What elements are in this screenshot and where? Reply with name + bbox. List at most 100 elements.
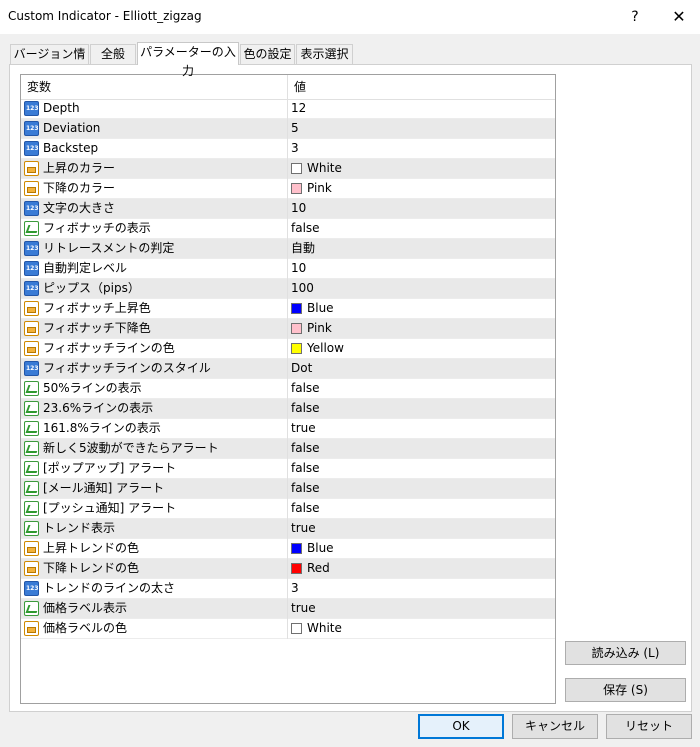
parameter-value[interactable]: true <box>291 419 316 438</box>
parameter-value[interactable]: Red <box>291 559 330 578</box>
parameter-value-text: White <box>307 161 342 175</box>
number-param-icon <box>24 281 39 296</box>
parameter-value[interactable]: 5 <box>291 119 299 138</box>
cell-divider <box>287 319 288 339</box>
parameter-value[interactable]: Yellow <box>291 339 344 358</box>
parameter-value[interactable]: 12 <box>291 99 306 118</box>
parameter-name: フィボナッチ上昇色 <box>43 301 151 315</box>
parameter-value[interactable]: 100 <box>291 279 314 298</box>
table-row[interactable]: 価格ラベル表示 true <box>21 599 555 619</box>
tab-version-info[interactable]: バージョン情報 <box>10 44 89 80</box>
table-row[interactable]: フィボナッチラインの色 Yellow <box>21 339 555 359</box>
table-row[interactable]: フィボナッチの表示 false <box>21 219 555 239</box>
parameter-value[interactable]: Pink <box>291 179 332 198</box>
table-row[interactable]: 23.6%ラインの表示 false <box>21 399 555 419</box>
table-row[interactable]: [ポップアップ] アラート false <box>21 459 555 479</box>
cell-divider <box>287 339 288 359</box>
boolean-param-icon <box>24 441 39 456</box>
table-row[interactable]: 文字の大きさ 10 <box>21 199 555 219</box>
table-row[interactable]: Backstep 3 <box>21 139 555 159</box>
table-row[interactable]: ピップス（pips） 100 <box>21 279 555 299</box>
reset-button[interactable]: リセット <box>606 714 692 739</box>
parameter-value[interactable]: Blue <box>291 539 334 558</box>
table-row[interactable]: リトレースメントの判定 自動 <box>21 239 555 259</box>
tab-general[interactable]: 全般 <box>90 44 136 64</box>
table-row[interactable]: 上昇トレンドの色 Blue <box>21 539 555 559</box>
cell-divider <box>287 179 288 199</box>
parameter-value[interactable]: 10 <box>291 199 306 218</box>
table-row[interactable]: [プッシュ通知] アラート false <box>21 499 555 519</box>
table-row[interactable]: フィボナッチラインのスタイル Dot <box>21 359 555 379</box>
parameter-value[interactable]: false <box>291 399 320 418</box>
column-header-variable[interactable]: 変数 <box>21 75 51 99</box>
parameter-value-text: 100 <box>291 281 314 295</box>
load-button[interactable]: 読み込み (L) <box>565 641 686 665</box>
parameter-name: Depth <box>43 101 80 115</box>
parameter-value-text: true <box>291 421 316 435</box>
parameter-value[interactable]: 自動 <box>291 239 315 258</box>
close-button[interactable]: ✕ <box>662 4 696 30</box>
table-row[interactable]: トレンドのラインの太さ 3 <box>21 579 555 599</box>
parameter-value-text: 自動 <box>291 241 316 255</box>
column-header-value[interactable]: 値 <box>288 75 306 99</box>
cell-divider <box>287 479 288 499</box>
parameter-name: トレンドのラインの太さ <box>43 581 176 595</box>
boolean-param-icon <box>24 381 39 396</box>
table-row[interactable]: 下降トレンドの色 Red <box>21 559 555 579</box>
table-header: 変数 値 <box>21 75 555 100</box>
parameter-value[interactable]: false <box>291 459 320 478</box>
parameter-value[interactable]: White <box>291 159 342 178</box>
help-button[interactable]: ? <box>620 4 650 30</box>
parameter-value[interactable]: false <box>291 219 320 238</box>
parameter-value[interactable]: false <box>291 499 320 518</box>
parameter-value[interactable]: 3 <box>291 139 299 158</box>
table-row[interactable]: 価格ラベルの色 White <box>21 619 555 639</box>
tab-colors[interactable]: 色の設定 <box>240 44 295 64</box>
parameter-value[interactable]: 10 <box>291 259 306 278</box>
color-param-icon <box>24 301 39 316</box>
cell-divider <box>287 259 288 279</box>
color-param-icon <box>24 161 39 176</box>
parameter-value[interactable]: Dot <box>291 359 312 378</box>
parameter-value-text: Dot <box>291 361 313 375</box>
parameter-value[interactable]: Blue <box>291 299 334 318</box>
parameter-value[interactable]: White <box>291 619 342 638</box>
ok-button[interactable]: OK <box>418 714 504 739</box>
tab-display[interactable]: 表示選択 <box>296 44 353 64</box>
table-row[interactable]: 下降のカラー Pink <box>21 179 555 199</box>
table-row[interactable]: Depth 12 <box>21 99 555 119</box>
table-row[interactable]: トレンド表示 true <box>21 519 555 539</box>
table-row[interactable]: フィボナッチ上昇色 Blue <box>21 299 555 319</box>
table-row[interactable]: 161.8%ラインの表示 true <box>21 419 555 439</box>
table-row[interactable]: Deviation 5 <box>21 119 555 139</box>
parameter-value[interactable]: true <box>291 519 316 538</box>
parameter-value-text: 10 <box>291 261 307 275</box>
cancel-button[interactable]: キャンセル <box>512 714 598 739</box>
parameter-value[interactable]: false <box>291 479 320 498</box>
table-row[interactable]: 50%ラインの表示 false <box>21 379 555 399</box>
table-row[interactable]: 自動判定レベル 10 <box>21 259 555 279</box>
cell-divider <box>287 299 288 319</box>
save-button[interactable]: 保存 (S) <box>565 678 686 702</box>
table-row[interactable]: 新しく5波動ができたらアラート false <box>21 439 555 459</box>
cell-divider <box>287 439 288 459</box>
color-swatch <box>291 563 302 574</box>
parameter-value[interactable]: false <box>291 439 320 458</box>
parameter-value[interactable]: true <box>291 599 316 618</box>
cell-divider <box>287 199 288 219</box>
cell-divider <box>287 599 288 619</box>
parameter-value-text: 3 <box>291 141 299 155</box>
tab-parameters[interactable]: パラメーターの入力 <box>137 42 239 78</box>
parameter-value-text: 12 <box>291 101 307 115</box>
boolean-param-icon <box>24 461 39 476</box>
table-row[interactable]: [メール通知] アラート false <box>21 479 555 499</box>
parameter-value-text: 5 <box>291 121 299 135</box>
parameter-value[interactable]: false <box>291 379 320 398</box>
number-param-icon <box>24 581 39 596</box>
table-row[interactable]: フィボナッチ下降色 Pink <box>21 319 555 339</box>
table-row[interactable]: 上昇のカラー White <box>21 159 555 179</box>
parameter-value[interactable]: 3 <box>291 579 299 598</box>
parameter-value[interactable]: Pink <box>291 319 332 338</box>
cell-divider <box>287 619 288 639</box>
number-param-icon <box>24 141 39 156</box>
